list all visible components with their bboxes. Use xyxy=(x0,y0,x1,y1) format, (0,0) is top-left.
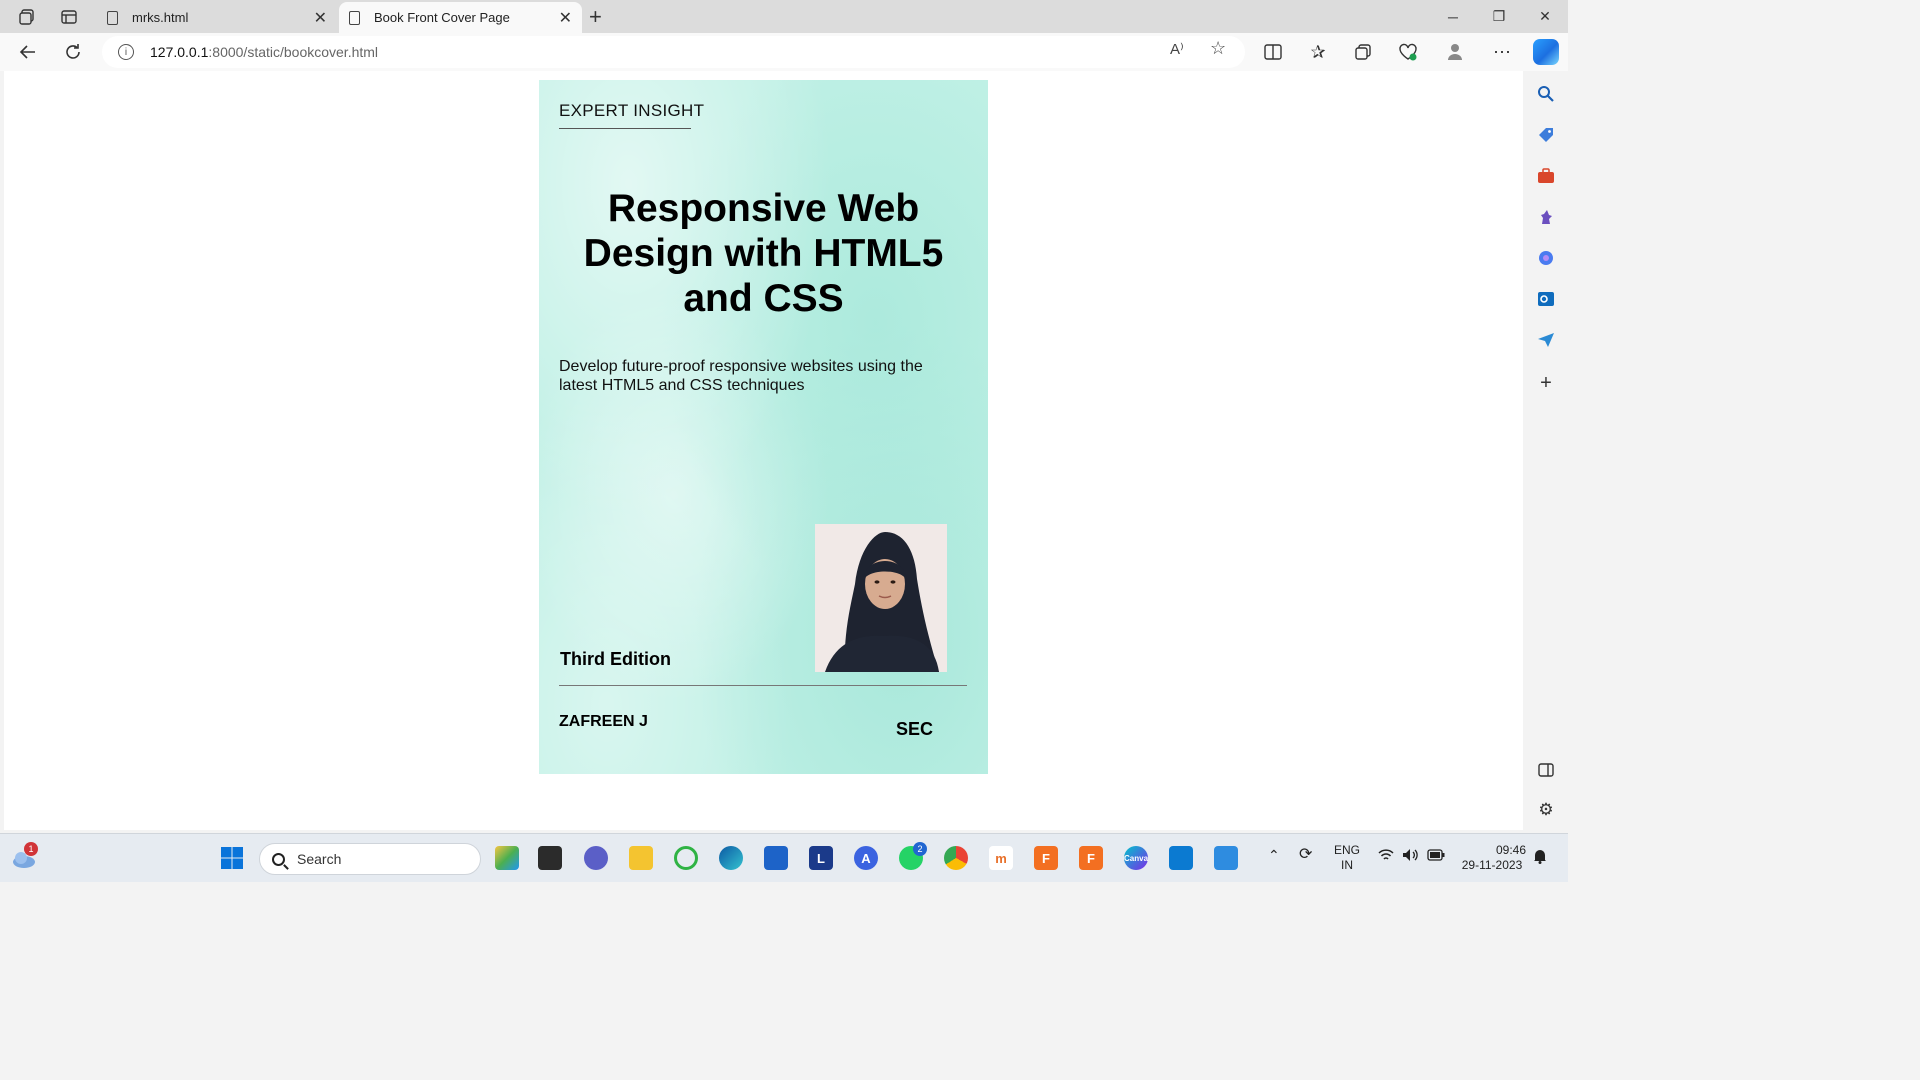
author-name: ZAFREEN J xyxy=(559,713,648,730)
back-icon[interactable] xyxy=(15,40,41,64)
favorite-star-icon[interactable]: ☆ xyxy=(1210,38,1226,59)
language-code: ENG xyxy=(1334,843,1361,857)
workspaces-icon[interactable] xyxy=(14,5,40,29)
more-menu-icon[interactable]: ⋯ xyxy=(1489,40,1515,64)
m-app-icon[interactable]: m xyxy=(989,846,1013,870)
search-icon xyxy=(272,852,285,866)
canva-icon[interactable]: Canva xyxy=(1124,846,1148,870)
a-app-icon[interactable]: A xyxy=(854,846,878,870)
tab-mrks[interactable]: mrks.html ✕ xyxy=(97,2,337,33)
url-path: :8000/static/bookcover.html xyxy=(208,44,379,60)
edge-sidebar: + ⚙ xyxy=(1524,71,1568,830)
language-indicator[interactable]: ENG IN xyxy=(1334,843,1360,873)
region-code: IN xyxy=(1341,858,1353,872)
close-tab-icon[interactable]: ✕ xyxy=(314,8,327,28)
search-placeholder: Search xyxy=(297,851,342,867)
close-tab-icon[interactable]: ✕ xyxy=(559,8,572,28)
publisher-name: SEC xyxy=(896,719,934,739)
tools-briefcase-icon[interactable] xyxy=(1536,166,1556,186)
notification-bell-icon[interactable] xyxy=(1533,848,1547,868)
clock[interactable]: 09:46 29-11-2023 xyxy=(1458,843,1526,873)
author-photo xyxy=(815,524,947,672)
refresh-icon[interactable] xyxy=(60,40,86,64)
weather-badge: 1 xyxy=(24,842,38,856)
settings-gear-icon[interactable]: ⚙ xyxy=(1536,800,1556,820)
teams-chat-icon[interactable] xyxy=(584,846,608,870)
search-icon[interactable] xyxy=(1536,84,1556,104)
sync-icon[interactable]: ⟳ xyxy=(1299,847,1312,863)
sidebar-toggle-icon[interactable] xyxy=(1536,760,1556,780)
new-tab-icon[interactable]: + xyxy=(589,4,602,30)
copilot-preview-icon[interactable] xyxy=(495,846,519,870)
show-hidden-icons-icon[interactable]: ⌃ xyxy=(1268,848,1280,863)
edge-browser-icon[interactable] xyxy=(719,846,743,870)
split-screen-icon[interactable] xyxy=(1260,40,1286,64)
profile-avatar-icon[interactable] xyxy=(1442,40,1468,64)
read-aloud-icon[interactable]: A⁾ xyxy=(1170,40,1184,58)
browser-essentials-icon[interactable] xyxy=(1395,40,1421,64)
document-icon xyxy=(349,10,360,25)
clock-date: 29-11-2023 xyxy=(1461,858,1523,872)
wifi-icon[interactable] xyxy=(1378,848,1394,866)
tab-book-cover[interactable]: Book Front Cover Page ✕ xyxy=(339,2,582,33)
taskbar-search-input[interactable]: Search xyxy=(259,843,481,875)
tab-strip: mrks.html ✕ Book Front Cover Page ✕ + ─ … xyxy=(0,0,1568,33)
file-explorer-icon[interactable] xyxy=(629,846,653,870)
restore-icon[interactable]: ❐ xyxy=(1476,0,1522,33)
window-controls: ─ ❐ ✕ xyxy=(1430,0,1568,33)
book-title: Responsive Web Design with HTML5 and CSS xyxy=(583,187,944,320)
tab-title: Book Front Cover Page xyxy=(374,10,510,25)
games-icon[interactable] xyxy=(1536,207,1556,227)
tab-title: mrks.html xyxy=(132,10,189,25)
volume-icon[interactable] xyxy=(1402,848,1420,866)
windows-taskbar: 1 Search L A 2 m F F Canva ⌃ ⟳ ENG IN 09… xyxy=(0,833,1568,882)
task-view-icon[interactable] xyxy=(538,846,562,870)
copilot-apps-icon[interactable] xyxy=(1536,248,1556,268)
book-subtitle: Develop future-proof responsive websites… xyxy=(559,358,923,394)
site-info-icon[interactable]: i xyxy=(118,44,134,60)
microsoft-store-icon[interactable] xyxy=(764,846,788,870)
series-label: EXPERT INSIGHT xyxy=(559,101,705,120)
shopping-tag-icon[interactable] xyxy=(1536,125,1556,145)
collections-icon[interactable] xyxy=(1350,40,1376,64)
fusion-360-second-icon[interactable]: F xyxy=(1079,846,1103,870)
l-app-icon[interactable]: L xyxy=(809,846,833,870)
page-viewport: EXPERT INSIGHT Responsive Web Design wit… xyxy=(4,71,1523,830)
send-icon[interactable] xyxy=(1536,330,1556,350)
clock-time: 09:46 xyxy=(1495,843,1526,857)
copilot-icon[interactable] xyxy=(1533,39,1559,65)
refresh-app-icon[interactable] xyxy=(674,846,698,870)
add-icon[interactable]: + xyxy=(1536,372,1556,394)
book-cover: EXPERT INSIGHT Responsive Web Design wit… xyxy=(539,80,988,774)
address-bar[interactable]: i 127.0.0.1:8000/static/bookcover.html xyxy=(102,36,1245,68)
url-host: 127.0.0.1 xyxy=(150,44,209,60)
chrome-icon[interactable] xyxy=(944,846,968,870)
fusion-360-icon[interactable]: F xyxy=(1034,846,1058,870)
minimize-icon[interactable]: ─ xyxy=(1430,0,1476,33)
browser-toolbar: i 127.0.0.1:8000/static/bookcover.html A… xyxy=(0,33,1568,71)
tab-actions-icon[interactable] xyxy=(56,5,82,29)
document-icon xyxy=(107,10,118,25)
outlook-icon[interactable] xyxy=(1536,289,1556,309)
battery-icon[interactable] xyxy=(1427,849,1445,865)
vscode-icon[interactable] xyxy=(1169,846,1193,870)
notepad-icon[interactable] xyxy=(1214,846,1238,870)
close-window-icon[interactable]: ✕ xyxy=(1522,0,1568,33)
cover-divider xyxy=(559,685,967,686)
whatsapp-badge: 2 xyxy=(913,842,927,856)
favorites-icon[interactable]: ✰ xyxy=(1305,40,1331,64)
series-underline xyxy=(559,128,691,129)
start-windows-icon[interactable] xyxy=(220,846,244,870)
edition-label: Third Edition xyxy=(560,649,671,669)
